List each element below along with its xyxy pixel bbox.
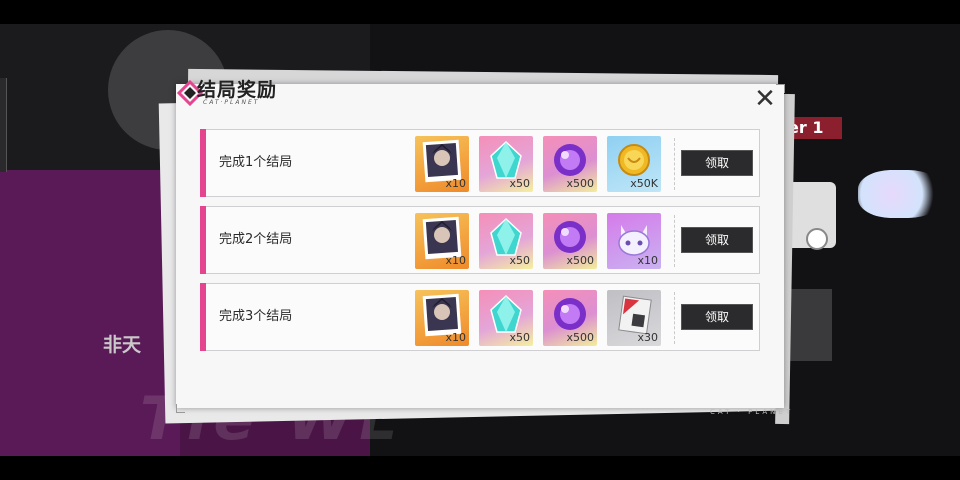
reward-row: 完成3个结局 x10 x50 x500 x30 领取 [200, 283, 760, 351]
reward-quantity: x500 [566, 177, 594, 190]
reward-quantity: x50 [509, 177, 530, 190]
close-button[interactable]: ✕ [752, 86, 778, 112]
reward-item[interactable]: x10 [415, 136, 469, 192]
reward-item[interactable]: x10 [415, 213, 469, 269]
reward-item[interactable]: x500 [543, 213, 597, 269]
reward-row: 完成2个结局 x10 x50 x500 x10 领取 [200, 206, 760, 274]
reward-row: 完成1个结局 x10 x50 x500 x50K 领取 [200, 129, 760, 197]
reward-item[interactable]: x10 [415, 290, 469, 346]
reward-quantity: x500 [566, 331, 594, 344]
reward-item[interactable]: x500 [543, 136, 597, 192]
reward-quantity: x50K [630, 177, 658, 190]
dialog-subtitle: CAT·PLANET [203, 99, 260, 106]
claim-button[interactable]: 领取 [681, 304, 753, 330]
corner-mark [176, 404, 185, 413]
row-label: 完成1个结局 [219, 155, 293, 170]
row-divider [674, 215, 675, 267]
background-chest [790, 289, 832, 361]
side-toggle-knob[interactable] [806, 228, 828, 250]
row-divider [674, 292, 675, 344]
reward-quantity: x500 [566, 254, 594, 267]
reward-item[interactable]: x10 [607, 213, 661, 269]
footer-brand: CAT · PLANET [710, 408, 794, 416]
reward-quantity: x50 [509, 254, 530, 267]
reward-quantity: x10 [445, 177, 466, 190]
claim-button[interactable]: 领取 [681, 150, 753, 176]
row-label: 完成3个结局 [219, 309, 293, 324]
row-accent-bar [200, 283, 206, 351]
row-divider [674, 138, 675, 190]
dialog-title: 结局奖励 [197, 79, 278, 101]
reward-item[interactable]: x50K [607, 136, 661, 192]
reward-quantity: x10 [445, 331, 466, 344]
reward-quantity: x30 [637, 331, 658, 344]
background-label: 非天 [103, 334, 142, 356]
left-edge-tab[interactable] [0, 78, 7, 172]
row-accent-bar [200, 206, 206, 274]
claim-button[interactable]: 领取 [681, 227, 753, 253]
row-accent-bar [200, 129, 206, 197]
paint-splash-decoration [858, 170, 942, 218]
reward-quantity: x10 [445, 254, 466, 267]
reward-quantity: x50 [509, 331, 530, 344]
row-label: 完成2个结局 [219, 232, 293, 247]
reward-item[interactable]: x50 [479, 136, 533, 192]
reward-quantity: x10 [637, 254, 658, 267]
reward-item[interactable]: x50 [479, 290, 533, 346]
reward-item[interactable]: x50 [479, 213, 533, 269]
reward-item[interactable]: x30 [607, 290, 661, 346]
reward-item[interactable]: x500 [543, 290, 597, 346]
